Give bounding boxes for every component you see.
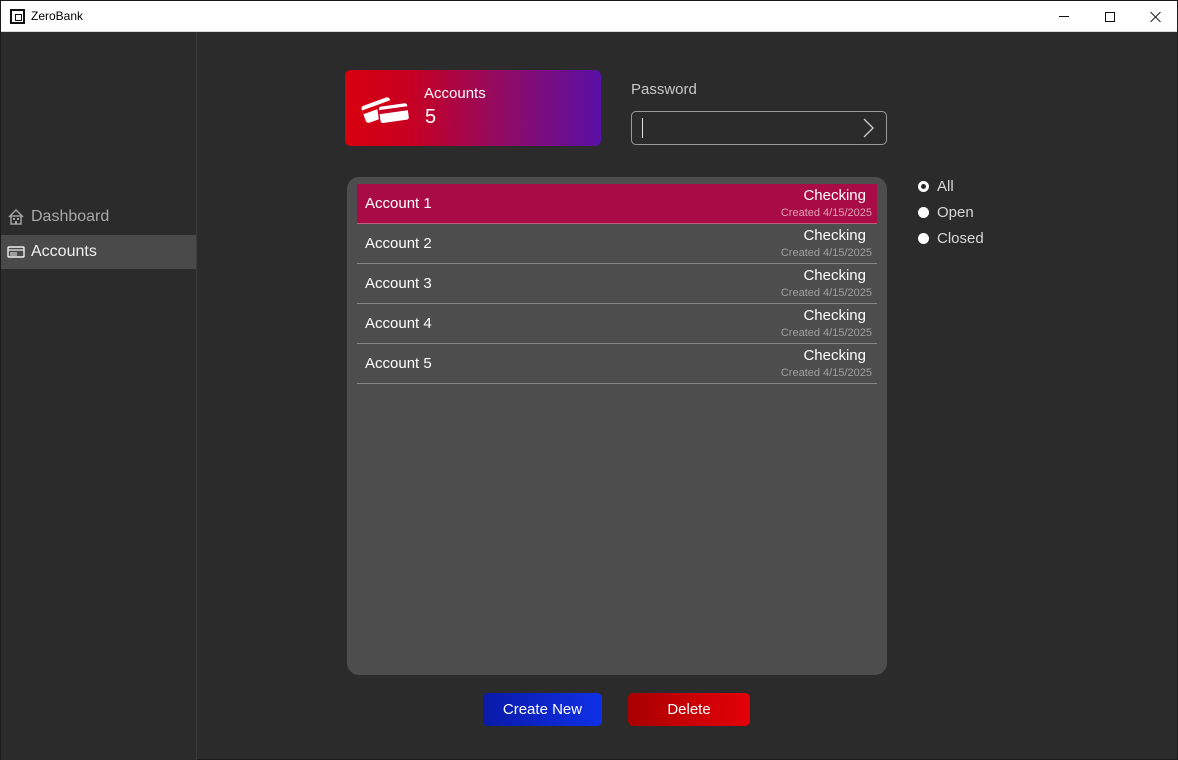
delete-button[interactable]: Delete (628, 693, 750, 726)
sidebar: Dashboard Accounts (1, 32, 197, 760)
summary-card-label: Accounts (424, 85, 486, 102)
summary-card-count: 5 (425, 106, 437, 128)
credit-cards-icon (361, 97, 411, 125)
account-type: Checking (803, 187, 866, 204)
account-name: Account 2 (365, 235, 432, 252)
card-icon (7, 246, 25, 258)
app-logo-icon (10, 9, 25, 24)
account-created-date: Created 4/15/2025 (780, 247, 872, 259)
home-icon (8, 209, 24, 225)
list-item[interactable]: Account 4 Checking Created 4/15/2025 (357, 304, 877, 344)
account-name: Account 5 (365, 355, 432, 372)
radio-selected-icon (918, 180, 929, 192)
minimize-button[interactable] (1041, 1, 1087, 32)
account-name: Account 4 (365, 315, 432, 332)
title-bar[interactable]: ZeroBank (1, 1, 1177, 32)
filter-closed-radio[interactable]: Closed (918, 228, 984, 248)
accounts-list[interactable]: Account 1 Checking Created 4/15/2025 Acc… (347, 177, 887, 675)
account-created-date: Created 4/15/2025 (780, 367, 872, 379)
close-icon (1150, 11, 1162, 23)
radio-icon (918, 232, 929, 244)
maximize-button[interactable] (1087, 1, 1133, 32)
chevron-right-icon[interactable] (858, 117, 878, 139)
list-item[interactable]: Account 2 Checking Created 4/15/2025 (357, 224, 877, 264)
filter-all-radio[interactable]: All (918, 176, 954, 196)
filter-label: All (937, 177, 954, 195)
sidebar-item-label: Accounts (31, 243, 97, 260)
radio-icon (918, 206, 929, 218)
list-item[interactable]: Account 5 Checking Created 4/15/2025 (357, 344, 877, 384)
window-title: ZeroBank (31, 9, 84, 23)
password-label: Password (631, 81, 697, 98)
maximize-icon (1105, 11, 1115, 22)
minimize-icon (1059, 16, 1069, 17)
filter-label: Open (937, 203, 974, 221)
account-created-date: Created 4/15/2025 (780, 287, 872, 299)
account-type: Checking (803, 347, 866, 364)
sidebar-item-dashboard[interactable]: Dashboard (1, 200, 196, 234)
close-button[interactable] (1133, 1, 1178, 32)
account-name: Account 3 (365, 275, 432, 292)
account-name: Account 1 (365, 195, 432, 212)
account-type: Checking (803, 227, 866, 244)
create-new-button[interactable]: Create New (483, 693, 602, 726)
account-created-date: Created 4/15/2025 (780, 207, 872, 219)
sidebar-item-label: Dashboard (31, 208, 110, 225)
password-field[interactable] (631, 111, 887, 145)
list-item[interactable]: Account 1 Checking Created 4/15/2025 (357, 184, 877, 224)
app-window: ZeroBank Dashboard Accounts Accounts 5 P… (0, 0, 1178, 760)
account-type: Checking (803, 267, 866, 284)
accounts-summary-card: Accounts 5 (345, 70, 601, 146)
sidebar-item-accounts[interactable]: Accounts (1, 235, 196, 269)
list-item[interactable]: Account 3 Checking Created 4/15/2025 (357, 264, 877, 304)
account-created-date: Created 4/15/2025 (780, 327, 872, 339)
account-type: Checking (803, 307, 866, 324)
text-caret (642, 118, 643, 138)
filter-open-radio[interactable]: Open (918, 202, 974, 222)
filter-label: Closed (937, 229, 984, 247)
